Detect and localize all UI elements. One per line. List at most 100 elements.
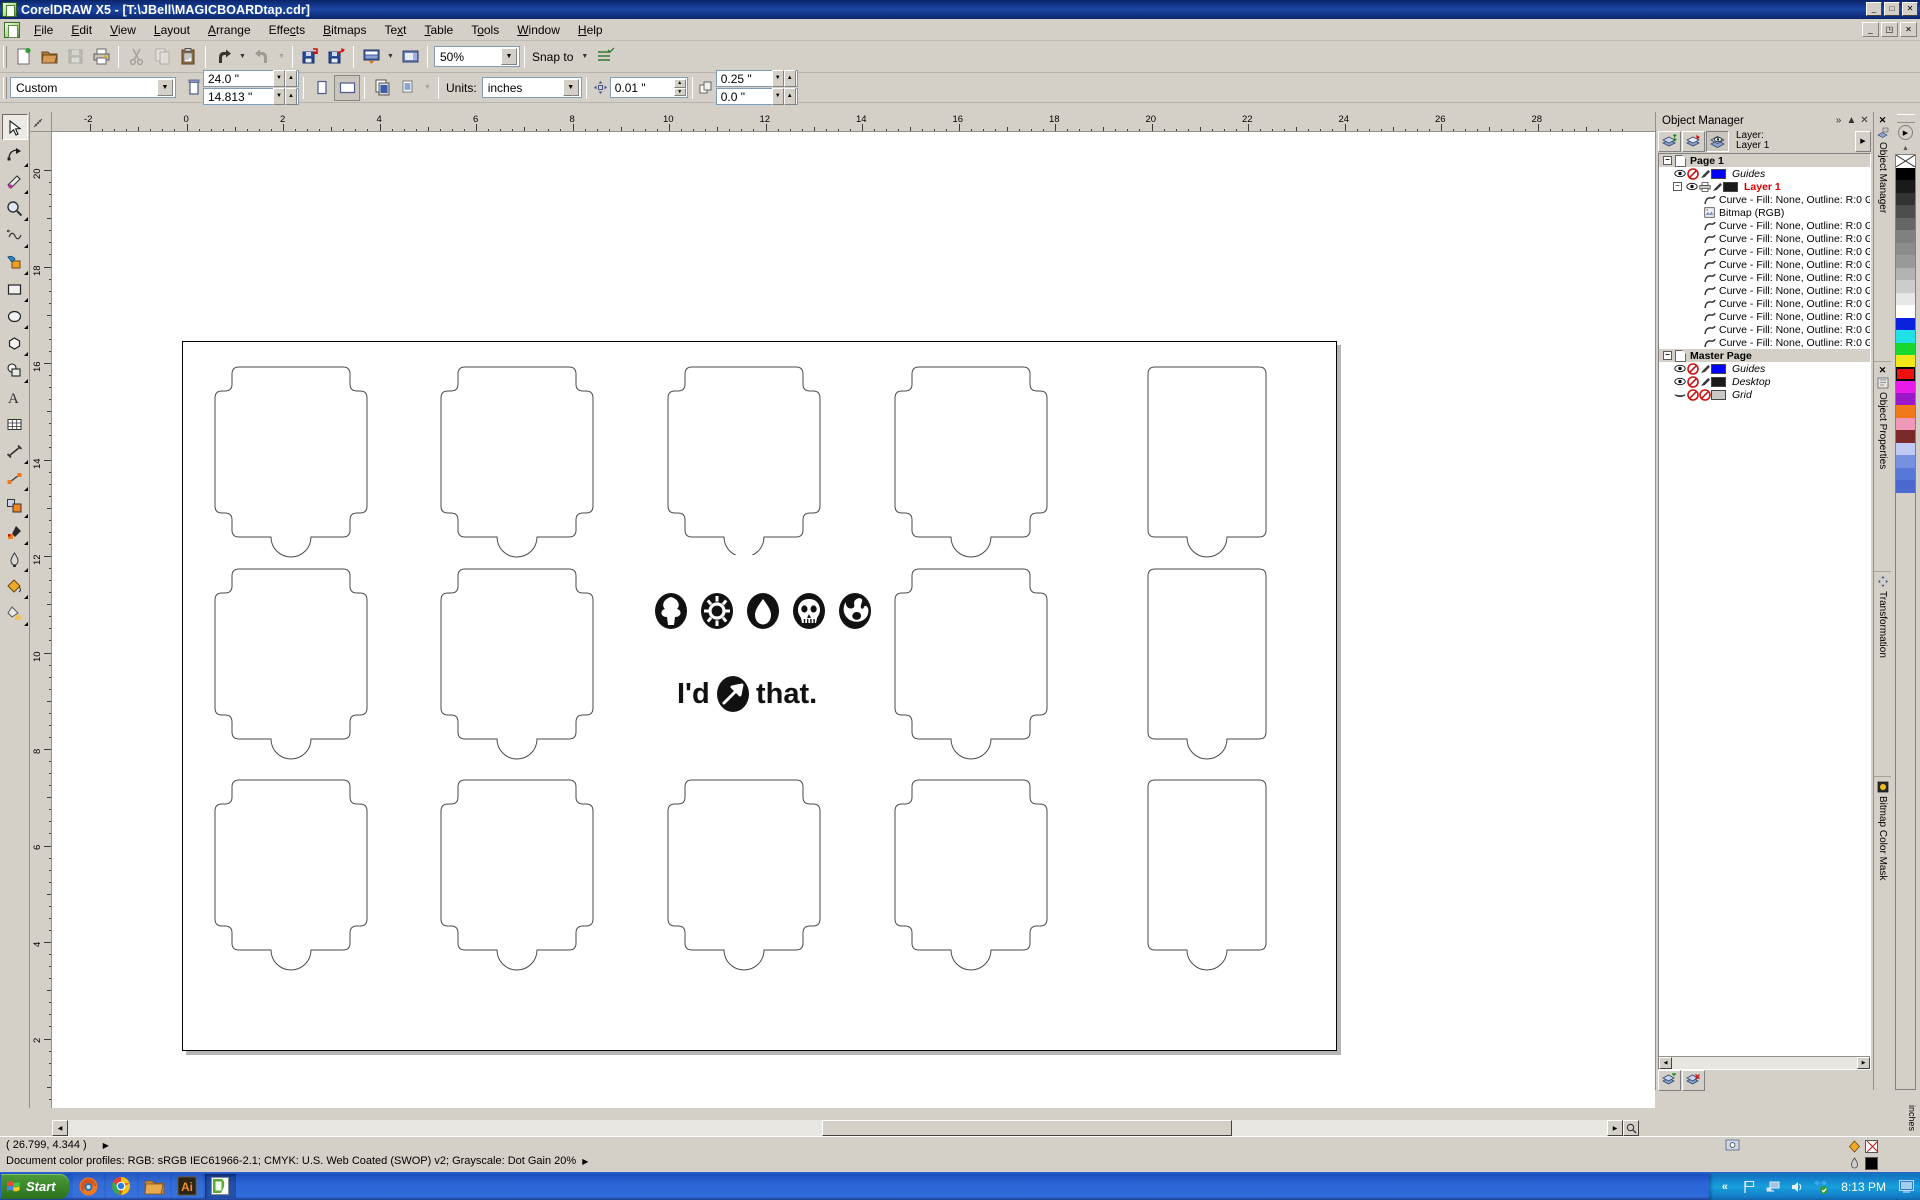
card-template-shape[interactable] — [215, 367, 367, 557]
document-icon[interactable] — [4, 22, 20, 38]
object-manager-object-row[interactable]: Curve - Fill: None, Outline: R:0 G:0 — [1659, 193, 1870, 206]
cursor-position-expand-arrow[interactable]: ▶ — [103, 1141, 109, 1150]
layer-color-chip[interactable] — [1723, 182, 1738, 192]
object-manager-layer-row[interactable]: Desktop — [1659, 375, 1870, 388]
palette-swatch[interactable] — [1896, 230, 1915, 243]
palette-swatch[interactable] — [1896, 380, 1915, 393]
palette-swatch[interactable] — [1896, 343, 1915, 356]
redo-button[interactable] — [249, 44, 275, 70]
window-minimize-button[interactable]: _ — [1866, 2, 1882, 16]
parallel-dimension-tool[interactable] — [2, 438, 28, 464]
palette-swatch[interactable] — [1896, 218, 1915, 231]
palette-swatch[interactable] — [1896, 355, 1915, 368]
duplicate-distance-y-field[interactable]: 0.0 " ▼▲ — [716, 88, 798, 105]
object-manager-layer-row[interactable]: Grid — [1659, 388, 1870, 401]
paper-type-dropdown-arrow[interactable]: ▼ — [157, 79, 173, 96]
card-template-shape[interactable] — [895, 367, 1047, 557]
card-template-shape[interactable] — [1148, 569, 1266, 759]
pick-tool[interactable] — [2, 114, 28, 140]
dimension-tool-flyout-arrow[interactable] — [24, 460, 28, 464]
palette-swatch[interactable] — [1896, 280, 1915, 293]
object-manager-layer-row[interactable]: Guides — [1659, 362, 1870, 375]
blend-tool-flyout-arrow[interactable] — [24, 514, 28, 518]
tab-object-properties[interactable]: ✕ Object Properties — [1874, 362, 1891, 572]
palette-expand-button[interactable]: ▶ — [1898, 125, 1913, 140]
zoom-level-combo[interactable]: 50% ▼ — [434, 46, 520, 67]
tree-expander[interactable]: − — [1663, 351, 1672, 360]
color-eyedropper-tool[interactable] — [2, 519, 28, 545]
cut-button[interactable] — [123, 44, 149, 70]
polygon-tool[interactable] — [2, 330, 28, 356]
palette-swatch[interactable] — [1896, 330, 1915, 343]
new-document-button[interactable] — [10, 44, 36, 70]
palette-swatch[interactable] — [1896, 418, 1915, 431]
interactive-fill-tool[interactable] — [2, 600, 28, 626]
layer-visibility-icon[interactable] — [1673, 364, 1686, 373]
tree-scroll-right-button[interactable]: ▶ — [1857, 1057, 1870, 1069]
tray-dropbox-icon[interactable] — [1813, 1179, 1828, 1194]
new-master-layer-button[interactable] — [1682, 131, 1705, 152]
layer-color-chip[interactable] — [1711, 377, 1726, 387]
taskbar-explorer[interactable] — [139, 1174, 170, 1198]
paper-width-field[interactable]: 24.0 " ▼▲ — [203, 70, 299, 87]
all-pages-button[interactable] — [369, 75, 395, 101]
layer-lock-icon[interactable] — [1686, 376, 1699, 388]
object-manager-tab-close-icon[interactable]: ✕ — [1879, 115, 1887, 126]
bitmap-object[interactable]: I'dthat. — [641, 555, 886, 753]
scroll-right-button[interactable]: ▶ — [1607, 1120, 1623, 1136]
undo-dropdown-arrow[interactable]: ▼ — [236, 44, 249, 70]
card-template-shape[interactable] — [215, 569, 367, 759]
menu-item-window[interactable]: Window — [508, 20, 569, 40]
menu-item-arrange[interactable]: Arrange — [199, 20, 260, 40]
text-tool[interactable]: A — [2, 384, 28, 410]
application-launcher-button[interactable] — [358, 44, 384, 70]
smart-fill-tool[interactable] — [2, 249, 28, 275]
current-page-button[interactable] — [395, 75, 421, 101]
rectangle-tool[interactable] — [2, 276, 28, 302]
docker-flyout-button[interactable]: ▶ — [1855, 131, 1871, 152]
outline-black-swatch[interactable] — [1865, 1157, 1878, 1170]
paper-height-spinners[interactable]: ▼▲ — [273, 88, 297, 105]
tray-volume-icon[interactable] — [1789, 1179, 1804, 1194]
tree-expander[interactable]: − — [1663, 156, 1672, 165]
card-template-shape[interactable] — [668, 367, 820, 557]
horizontal-scroll-thumb[interactable] — [822, 1120, 1232, 1136]
menu-item-effects[interactable]: Effects — [260, 20, 314, 40]
layer-edit-icon[interactable] — [1699, 169, 1711, 179]
start-button[interactable]: Start — [1, 1174, 69, 1199]
polygon-tool-flyout-arrow[interactable] — [24, 352, 28, 356]
object-manager-object-row[interactable]: Curve - Fill: None, Outline: R:0 G:0 — [1659, 297, 1870, 310]
palette-swatch[interactable] — [1896, 293, 1915, 306]
color-profiles-expand-arrow[interactable]: ▶ — [582, 1157, 588, 1166]
freehand-tool[interactable]: + — [2, 222, 28, 248]
show-desktop-button[interactable] — [1899, 1179, 1914, 1194]
taskbar-coreldraw[interactable] — [205, 1174, 236, 1198]
tray-network-icon[interactable] — [1765, 1179, 1780, 1194]
object-manager-object-row[interactable]: Curve - Fill: None, Outline: R:0 G:0 — [1659, 258, 1870, 271]
menu-item-file[interactable]: File — [25, 20, 62, 40]
card-template-shape[interactable] — [1148, 367, 1266, 557]
ruler-unit-corner[interactable] — [30, 112, 52, 132]
table-tool[interactable] — [2, 411, 28, 437]
docker-collapse-icon[interactable]: » — [1832, 115, 1845, 126]
mdi-minimize-button[interactable]: _ — [1862, 22, 1879, 37]
palette-grip[interactable] — [1897, 114, 1915, 123]
tab-bitmap-color-mask[interactable]: Bitmap Color Mask — [1874, 777, 1891, 992]
export-button[interactable] — [323, 44, 349, 70]
card-template-shape[interactable] — [668, 780, 820, 970]
card-template-shape[interactable] — [441, 569, 593, 759]
drawing-canvas[interactable]: I'dthat. — [52, 132, 1655, 1108]
options-button[interactable] — [591, 44, 617, 70]
object-manager-object-row[interactable]: Curve - Fill: None, Outline: R:0 G:0 — [1659, 245, 1870, 258]
paste-button[interactable] — [175, 44, 201, 70]
object-manager-object-row[interactable]: Curve - Fill: None, Outline: R:0 G:0 — [1659, 232, 1870, 245]
layer-edit-icon[interactable] — [1699, 364, 1711, 374]
palette-swatch[interactable] — [1896, 193, 1915, 206]
shape-tool[interactable] — [2, 141, 28, 167]
object-manager-tree[interactable]: −Page 1Guides−Layer 1Curve - Fill: None,… — [1658, 153, 1871, 1070]
object-manager-object-row[interactable]: Bitmap (RGB) — [1659, 206, 1870, 219]
object-manager-object-row[interactable]: Curve - Fill: None, Outline: R:0 G:0 — [1659, 271, 1870, 284]
rectangle-tool-flyout-arrow[interactable] — [24, 298, 28, 302]
freehand-tool-flyout-arrow[interactable] — [24, 244, 28, 248]
layer-lock-icon[interactable] — [1686, 389, 1699, 401]
